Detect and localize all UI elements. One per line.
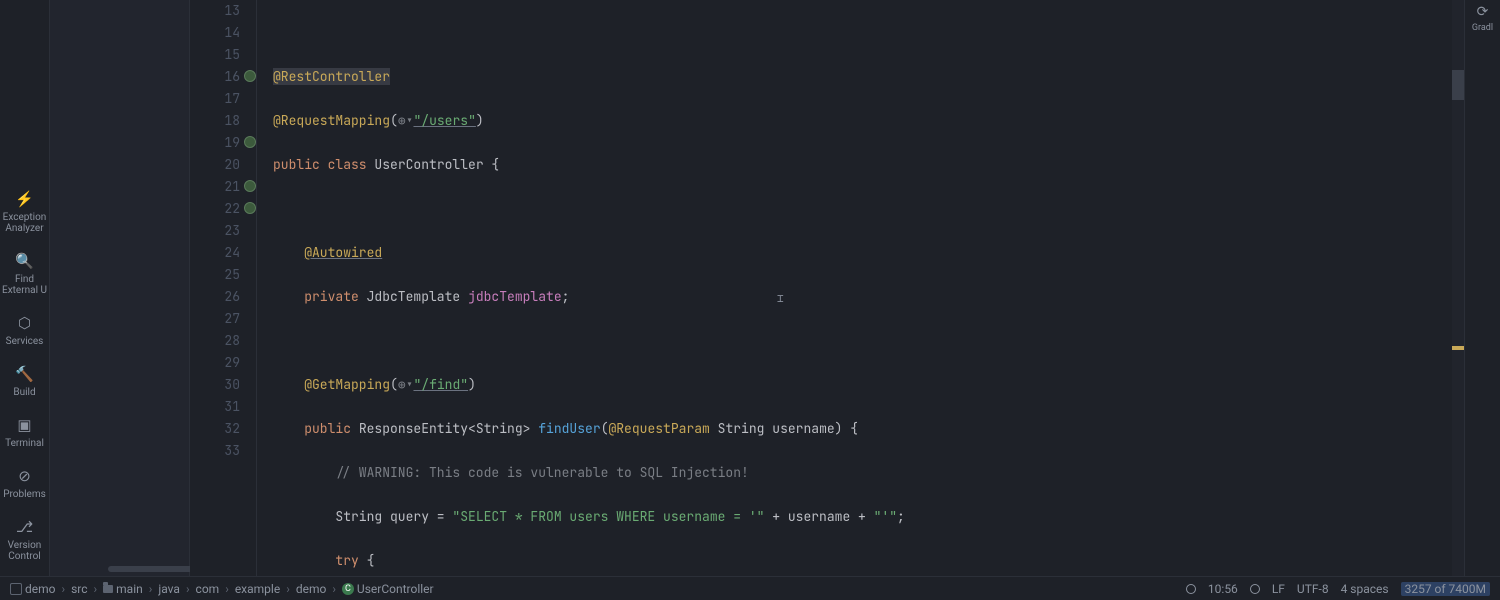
code-line[interactable]: @GetMapping(⊕▾"/find") (273, 374, 1464, 396)
sidebar-item-label: Exception Analyzer (3, 212, 47, 234)
breadcrumb-item[interactable]: demo (296, 582, 327, 596)
code-line[interactable]: @Autowired (273, 242, 1464, 264)
code-line[interactable]: @RestController (273, 66, 1464, 88)
code-line[interactable]: // WARNING: This code is vulnerable to S… (273, 462, 1464, 484)
status-time[interactable]: 10:56 (1208, 582, 1238, 596)
breadcrumb[interactable]: demo › src › main › java › com › example… (10, 582, 1186, 596)
gutter-marker-icon[interactable] (244, 202, 256, 214)
sidebar-item-version-control[interactable]: ⎇ Version Control (8, 518, 42, 562)
chevron-right-icon: › (149, 582, 153, 596)
sidebar-item-label: Build (13, 387, 35, 398)
sidebar-item-label: Find External U (2, 274, 47, 296)
right-tool-sidebar: ⟳ Gradl (1464, 0, 1500, 576)
line-number: 30 (190, 374, 240, 396)
line-number: 21 (190, 176, 240, 198)
code-line[interactable] (273, 198, 1464, 220)
shield-icon[interactable] (1250, 584, 1260, 594)
module-icon (10, 583, 22, 595)
sidebar-item-problems[interactable]: ⊘ Problems (3, 467, 46, 500)
hexagon-icon: ⬡ (18, 314, 31, 332)
code-line[interactable] (273, 22, 1464, 44)
status-encoding[interactable]: UTF-8 (1297, 582, 1329, 596)
gutter-marker-icon[interactable] (244, 70, 256, 82)
line-number: 16 (190, 66, 240, 88)
line-number: 28 (190, 330, 240, 352)
terminal-icon: ▣ (17, 416, 31, 434)
editor-scrollbar[interactable] (1452, 0, 1464, 576)
code-line[interactable]: private JdbcTemplate jdbcTemplate; (273, 286, 1464, 308)
branch-icon: ⎇ (16, 518, 33, 536)
code-editor[interactable]: 13 14 15 16 17 18 19 20 21 22 23 24 25 2… (190, 0, 1464, 576)
status-indent[interactable]: 4 spaces (1341, 582, 1389, 596)
chevron-right-icon: › (225, 582, 229, 596)
gutter-marker-icon[interactable] (244, 180, 256, 192)
chevron-right-icon: › (186, 582, 190, 596)
sidebar-item-terminal[interactable]: ▣ Terminal (5, 416, 44, 449)
line-number: 27 (190, 308, 240, 330)
code-line[interactable] (273, 330, 1464, 352)
sidebar-item-label: Version Control (8, 540, 42, 562)
status-widgets: 10:56 LF UTF-8 4 spaces 3257 of 7400M (1186, 582, 1490, 596)
zap-icon: ⚡ (15, 190, 34, 208)
breadcrumb-item[interactable]: java (158, 582, 180, 596)
sidebar-item-label: Services (6, 336, 44, 347)
sidebar-item-exception-analyzer[interactable]: ⚡ Exception Analyzer (3, 190, 47, 234)
chevron-right-icon: › (286, 582, 290, 596)
line-number: 18 (190, 110, 240, 132)
project-panel (50, 0, 190, 576)
line-number: 24 (190, 242, 240, 264)
gutter-marker-icon[interactable] (244, 136, 256, 148)
scrollbar-marker (1452, 346, 1464, 350)
line-number: 23 (190, 220, 240, 242)
lock-icon[interactable] (1186, 584, 1196, 594)
breadcrumb-item[interactable]: demo (10, 582, 56, 596)
line-number: 32 (190, 418, 240, 440)
line-number: 25 (190, 264, 240, 286)
sidebar-item-label: Terminal (5, 438, 44, 449)
breadcrumb-item[interactable]: com (196, 582, 220, 596)
line-number: 31 (190, 396, 240, 418)
sidebar-item-services[interactable]: ⬡ Services (6, 314, 44, 347)
line-number: 33 (190, 440, 240, 462)
code-line[interactable]: @RequestMapping(⊕▾"/users") (273, 110, 1464, 132)
left-tool-sidebar: ⚡ Exception Analyzer 🔍 Find External U ⬡… (0, 0, 50, 576)
sidebar-item-build[interactable]: 🔨 Build (13, 365, 35, 398)
sidebar-item-find-external[interactable]: 🔍 Find External U (2, 252, 47, 296)
folder-icon (103, 585, 113, 593)
code-line[interactable]: public ResponseEntity<String> findUser(@… (273, 418, 1464, 440)
line-number: 19 (190, 132, 240, 154)
line-number-gutter: 13 14 15 16 17 18 19 20 21 22 23 24 25 2… (190, 0, 248, 576)
breadcrumb-item[interactable]: example (235, 582, 280, 596)
status-memory[interactable]: 3257 of 7400M (1401, 582, 1490, 596)
status-line-sep[interactable]: LF (1272, 582, 1285, 596)
class-icon: C (342, 583, 354, 595)
sidebar-item-label: Problems (3, 489, 46, 500)
code-line[interactable]: public class UserController { (273, 154, 1464, 176)
hammer-icon: 🔨 (15, 365, 34, 383)
line-number: 22 (190, 198, 240, 220)
line-number: 20 (190, 154, 240, 176)
scrollbar-thumb[interactable] (1452, 70, 1464, 100)
line-number: 15 (190, 44, 240, 66)
line-number: 14 (190, 22, 240, 44)
chevron-right-icon: › (332, 582, 336, 596)
line-number: 26 (190, 286, 240, 308)
status-bar: demo › src › main › java › com › example… (0, 576, 1500, 600)
line-number: 17 (190, 88, 240, 110)
line-number: 29 (190, 352, 240, 374)
breadcrumb-item[interactable]: src (71, 582, 87, 596)
code-line[interactable]: try { (273, 550, 1464, 572)
gradle-icon[interactable]: ⟳ (1477, 4, 1489, 20)
code-text[interactable]: @RestController @RequestMapping(⊕▾"/user… (256, 0, 1464, 576)
chevron-right-icon: › (62, 582, 66, 596)
breadcrumb-item[interactable]: main (103, 582, 143, 596)
line-number: 13 (190, 0, 240, 22)
chevron-right-icon: › (94, 582, 98, 596)
circle-slash-icon: ⊘ (18, 467, 31, 485)
search-icon: 🔍 (15, 252, 34, 270)
breadcrumb-item[interactable]: CUserController (342, 582, 434, 596)
code-line[interactable]: String query = "SELECT * FROM users WHER… (273, 506, 1464, 528)
